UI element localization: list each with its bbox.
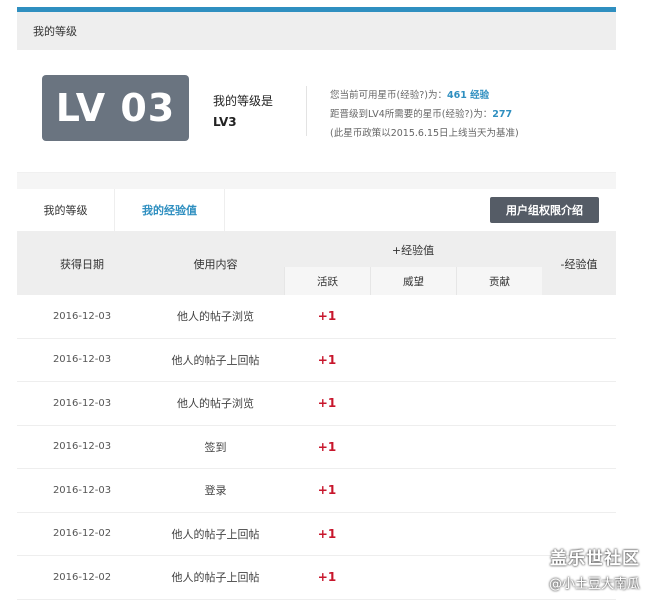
table-row: 2016-12-03 他人的帖子浏览 +1 bbox=[17, 295, 616, 339]
row-date: 2016-12-03 bbox=[52, 397, 112, 409]
row-active-gain: +1 bbox=[317, 396, 337, 410]
group-permission-button[interactable]: 用户组权限介绍 bbox=[490, 197, 599, 223]
section-header: 我的等级 bbox=[17, 12, 616, 50]
level-page: 我的等级 LV 03 我的等级是 LV3 您当前可用星币(经验?)为：461 经… bbox=[17, 7, 616, 600]
header-contribution: 贡献 bbox=[456, 267, 542, 295]
row-content: 他人的帖子浏览 bbox=[177, 310, 254, 323]
header-minus-exp: -经验值 bbox=[560, 257, 598, 271]
header-date: 获得日期 bbox=[60, 257, 104, 271]
next-level-coins-label: 距晋级到LV4所需要的星币(经验?)为： bbox=[330, 109, 493, 120]
row-active-gain: +1 bbox=[317, 483, 337, 497]
available-coins-value: 461 经验 bbox=[446, 90, 490, 101]
table-row: 2016-12-03 他人的帖子上回帖 +1 bbox=[17, 339, 616, 382]
level-text: 我的等级是 LV3 bbox=[213, 92, 273, 129]
table-row: 2016-12-03 他人的帖子浏览 +1 bbox=[17, 382, 616, 426]
watermark-title: 盖乐世社区 bbox=[550, 549, 640, 569]
next-level-coins: 距晋级到LV4所需要的星币(经验?)为：277 bbox=[330, 105, 519, 124]
watermark: 盖乐世社区 @小土豆大南瓜 bbox=[549, 544, 640, 592]
header-plus-exp: +经验值 bbox=[391, 243, 435, 257]
row-content: 登录 bbox=[204, 484, 227, 497]
level-badge: LV 03 bbox=[42, 75, 189, 141]
table-header: 获得日期 使用内容 +经验值 活跃 威望 贡献 -经验值 bbox=[17, 232, 616, 295]
row-active-gain: +1 bbox=[317, 570, 337, 584]
level-label: 我的等级是 bbox=[213, 94, 274, 108]
table-row: 2016-12-02 他人的帖子上回帖 +1 bbox=[17, 556, 616, 600]
level-value: LV3 bbox=[213, 115, 237, 129]
row-active-gain: +1 bbox=[317, 526, 337, 541]
row-content: 他人的帖子上回帖 bbox=[171, 527, 260, 541]
header-prestige: 威望 bbox=[370, 267, 456, 295]
table-row: 2016-12-02 他人的帖子上回帖 +1 bbox=[17, 513, 616, 556]
coin-info: 您当前可用星币(经验?)为：461 经验 距晋级到LV4所需要的星币(经验?)为… bbox=[330, 86, 519, 143]
row-active-gain: +1 bbox=[317, 439, 337, 454]
available-coins-label: 您当前可用星币(经验?)为： bbox=[330, 90, 447, 101]
row-active-gain: +1 bbox=[317, 309, 337, 323]
table-body: 2016-12-03 他人的帖子浏览 +1 2016-12-03 他人的帖子上回… bbox=[17, 295, 616, 600]
section-title: 我的等级 bbox=[33, 25, 77, 38]
row-date: 2016-12-03 bbox=[52, 484, 112, 496]
row-content: 签到 bbox=[204, 440, 227, 454]
table-row: 2016-12-03 签到 +1 bbox=[17, 426, 616, 469]
row-content: 他人的帖子上回帖 bbox=[171, 353, 260, 367]
row-date: 2016-12-03 bbox=[52, 441, 112, 452]
section-gap bbox=[17, 173, 616, 189]
available-coins: 您当前可用星币(经验?)为：461 经验 bbox=[330, 86, 519, 105]
next-level-coins-value: 277 bbox=[492, 109, 513, 120]
table-row: 2016-12-03 登录 +1 bbox=[17, 469, 616, 513]
row-content: 他人的帖子上回帖 bbox=[171, 571, 260, 584]
row-active-gain: +1 bbox=[317, 352, 337, 367]
tabs-row: 我的等级 我的经验值 用户组权限介绍 bbox=[17, 189, 616, 232]
row-date: 2016-12-02 bbox=[52, 528, 112, 539]
header-content: 使用内容 bbox=[193, 257, 238, 271]
header-active: 活跃 bbox=[284, 267, 370, 295]
tab-my-experience[interactable]: 我的经验值 bbox=[115, 189, 225, 231]
tab-my-level[interactable]: 我的等级 bbox=[17, 189, 115, 231]
row-date: 2016-12-03 bbox=[52, 310, 112, 322]
level-panel: LV 03 我的等级是 LV3 您当前可用星币(经验?)为：461 经验 距晋级… bbox=[17, 50, 616, 173]
policy-note: (此星币政策以2015.6.15日上线当天为基准) bbox=[330, 128, 519, 139]
row-date: 2016-12-03 bbox=[52, 354, 112, 365]
row-date: 2016-12-02 bbox=[52, 571, 112, 583]
watermark-user: @小土豆大南瓜 bbox=[548, 577, 640, 592]
row-content: 他人的帖子浏览 bbox=[177, 397, 254, 410]
divider bbox=[306, 86, 307, 136]
